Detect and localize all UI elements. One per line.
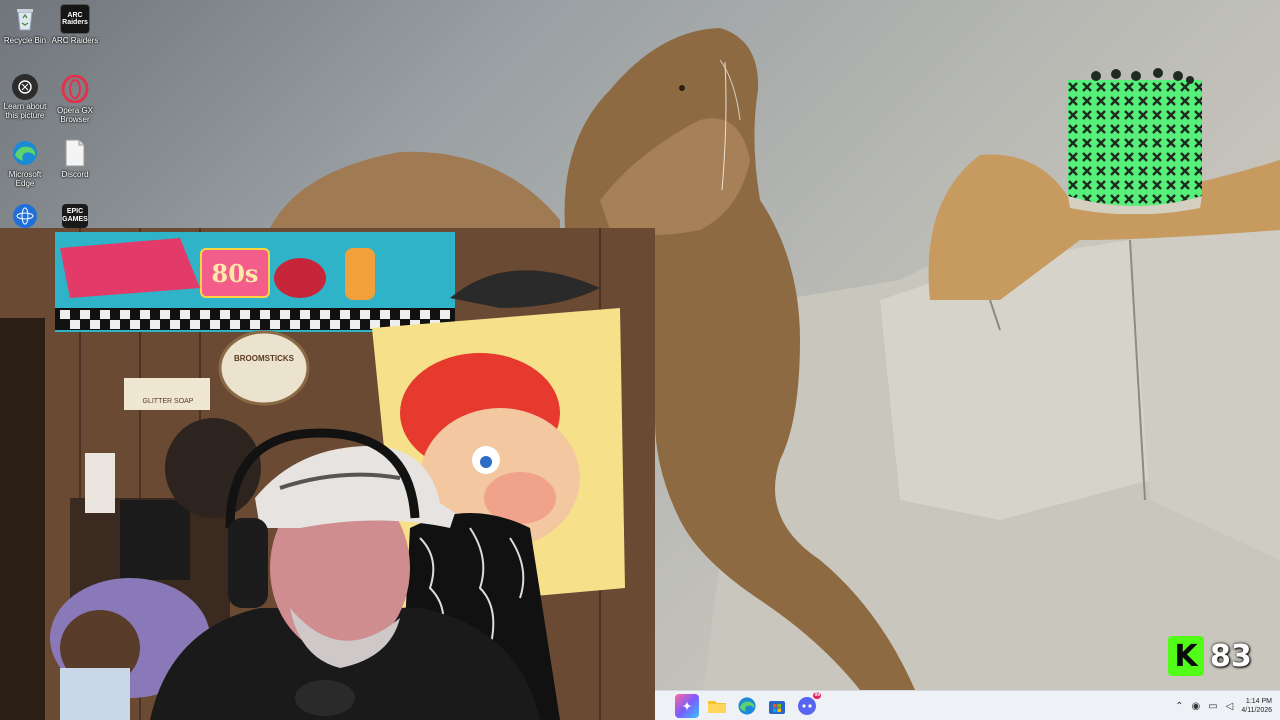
desktop-icon-label: Microsoft Edge xyxy=(8,170,42,188)
epic-games-tile-text: EPIC GAMES xyxy=(62,208,88,223)
viewer-count: 83 xyxy=(1210,638,1252,674)
taskbar: ✦ 99 ⌃ ◉ ▭ ◁ 1:14 PM 4/11/2026 xyxy=(655,690,1280,720)
glitter-soap-sign: GLITTER SOAP xyxy=(142,398,194,405)
recycle-bin-icon xyxy=(10,4,40,34)
taskbar-microsoft-store[interactable] xyxy=(765,694,789,718)
kick-logo-icon: K xyxy=(1168,636,1204,676)
desktop-icon-label: Recycle Bin xyxy=(3,36,47,45)
file-icon xyxy=(60,138,90,168)
taskbar-apps: ✦ 99 xyxy=(675,692,821,718)
security-icon[interactable]: ◉ xyxy=(1191,701,1200,712)
banner-80s-sign: 80s xyxy=(200,248,270,298)
broomsticks-sign: BROOMSTICKS xyxy=(234,354,294,363)
taskbar-discord[interactable]: 99 xyxy=(795,692,821,718)
desktop-icon-opera-gx[interactable]: Opera GX Browser xyxy=(50,74,100,124)
discord-icon xyxy=(798,697,816,715)
webcam-overlay: 80s BROOMSTICKS GLITTER SOAP xyxy=(0,228,655,720)
network-icon[interactable]: ▭ xyxy=(1208,701,1217,712)
clock-time: 1:14 PM xyxy=(1245,698,1272,705)
edge-icon xyxy=(10,138,40,168)
file-explorer-icon xyxy=(708,701,726,713)
opera-gx-icon xyxy=(60,74,90,104)
kick-viewer-widget: K 83 xyxy=(1168,636,1252,676)
arc-raiders-icon: ARC Raiders xyxy=(60,4,90,34)
copilot-icon: ✦ xyxy=(682,700,692,713)
edge-icon xyxy=(738,697,756,715)
taskbar-clock[interactable]: 1:14 PM 4/11/2026 xyxy=(1241,697,1272,715)
kick-logo-letter: K xyxy=(1174,638,1198,674)
system-tray: ⌃ ◉ ▭ ◁ 1:14 PM 4/11/2026 xyxy=(1175,691,1272,720)
banner-80s-text: 80s xyxy=(211,258,259,288)
desktop-icon-label: Discord xyxy=(61,170,89,179)
epic-games-icon: EPIC GAMES xyxy=(62,204,88,228)
taskbar-copilot[interactable]: ✦ xyxy=(675,694,699,718)
camera-info-icon xyxy=(12,74,38,100)
desktop-icon-label: Opera GX Browser xyxy=(56,106,93,124)
arc-raiders-tile-text: ARC Raiders xyxy=(62,12,88,26)
webcam-scene xyxy=(0,228,655,720)
desktop-icon-learn-about-picture[interactable]: Learn about this picture xyxy=(0,74,50,120)
desktop-icon-arc-raiders[interactable]: ARC Raiders ARC Raiders xyxy=(50,4,100,45)
desktop-icon-epic-games[interactable]: EPIC GAMES xyxy=(50,204,100,230)
green-cup-widget xyxy=(1066,66,1204,215)
desktop-icon-edge[interactable]: Microsoft Edge xyxy=(0,138,50,188)
desktop-icon-label: ARC Raiders xyxy=(51,36,99,45)
taskbar-file-explorer[interactable] xyxy=(705,694,729,718)
volume-icon[interactable]: ◁ xyxy=(1226,701,1234,712)
desktop-icon-label: Learn about this picture xyxy=(3,102,47,120)
desktop-icon-recycle-bin[interactable]: Recycle Bin xyxy=(0,4,50,45)
desktop-icon-atom-app[interactable] xyxy=(0,204,50,230)
chevron-up-icon[interactable]: ⌃ xyxy=(1175,701,1183,712)
desktop-icon-discord[interactable]: Discord xyxy=(50,138,100,179)
clock-date: 4/11/2026 xyxy=(1241,707,1272,714)
atom-app-icon xyxy=(13,204,37,228)
cup-graphic xyxy=(1068,68,1202,215)
taskbar-edge[interactable] xyxy=(735,694,759,718)
discord-notification-badge: 99 xyxy=(813,692,821,699)
microsoft-store-icon xyxy=(769,701,785,714)
